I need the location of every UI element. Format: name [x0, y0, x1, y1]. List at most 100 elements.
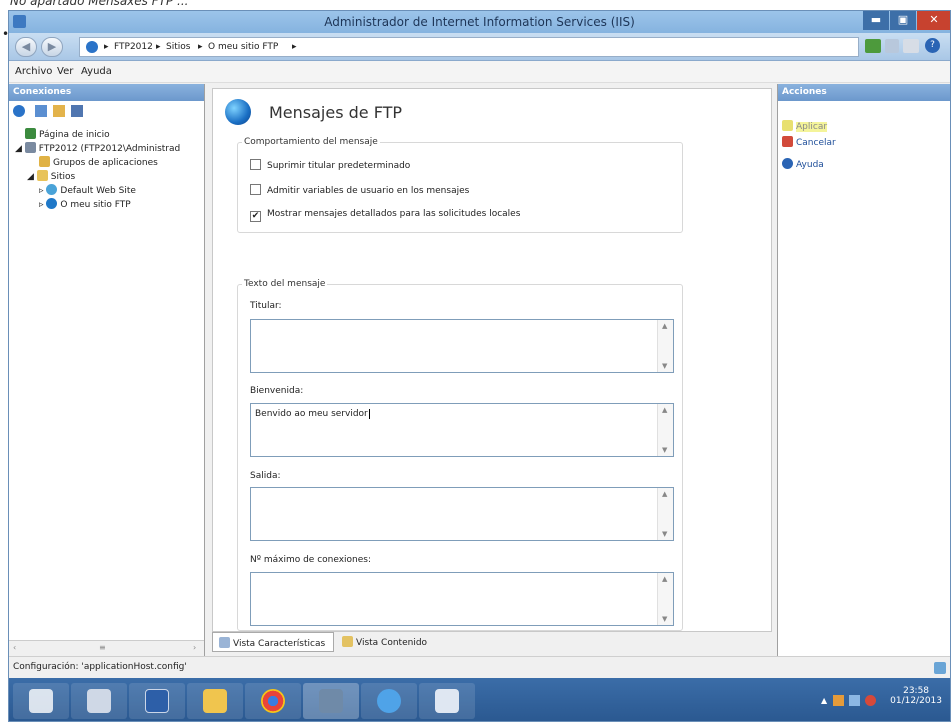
suppress-banner-checkbox[interactable]: Suprimir titular predeterminado — [250, 159, 410, 171]
home-nav-icon[interactable] — [903, 39, 919, 53]
apply-icon — [782, 120, 793, 131]
menu-file[interactable]: Archivo — [15, 66, 52, 77]
crumb-separator: ▸ — [292, 42, 297, 52]
stop-icon[interactable] — [885, 39, 899, 53]
taskbar-clock[interactable]: 23:58 01/12/2013 — [890, 686, 942, 706]
page-title: Mensajes de FTP — [269, 103, 403, 122]
feature-pane: Mensajes de FTP Comportamiento del mensa… — [206, 84, 776, 656]
tree-item-home[interactable]: Página de inicio — [25, 128, 110, 140]
banner-textarea[interactable]: ▲ ▼ — [250, 319, 674, 373]
taskbar-explorer[interactable] — [187, 683, 243, 719]
max-connections-textarea[interactable]: ▲ ▼ — [250, 572, 674, 626]
taskbar-server-manager[interactable] — [71, 683, 127, 719]
scroll-down-icon: ▼ — [662, 530, 668, 538]
actions-panel: Acciones Aplicar Cancelar Ayuda — [777, 84, 950, 656]
taskbar-internet-explorer[interactable] — [361, 683, 417, 719]
forward-button[interactable]: ▶ — [41, 37, 63, 57]
refresh-icon[interactable] — [865, 39, 881, 53]
features-view-icon — [219, 637, 230, 648]
ftp-messages-icon — [225, 99, 251, 125]
tree-item-server[interactable]: ◢ FTP2012 (FTP2012\Administrad — [15, 142, 180, 154]
tree-item-label: Página de inicio — [39, 130, 110, 140]
folder-up-icon[interactable] — [53, 105, 65, 117]
folder-icon — [36, 170, 48, 181]
cancel-action[interactable]: Cancelar — [782, 136, 836, 148]
clock-date: 01/12/2013 — [890, 696, 942, 706]
action-center-icon[interactable] — [833, 695, 844, 706]
breadcrumb-sites[interactable]: Sitios — [166, 42, 190, 52]
breadcrumb-server[interactable]: FTP2012 — [114, 42, 153, 52]
menu-bar: Archivo Ver Ayuda — [9, 61, 950, 83]
server-manager-icon — [87, 689, 111, 713]
vertical-scrollbar[interactable]: ▲ ▼ — [657, 573, 673, 625]
vertical-scrollbar[interactable]: ▲ ▼ — [657, 320, 673, 372]
scroll-right-icon[interactable]: › — [193, 643, 196, 652]
scroll-left-icon[interactable]: ‹ — [13, 643, 16, 652]
message-text-group: Texto del mensaje Titular: ▲ ▼ Bienvenida… — [237, 279, 683, 631]
tree-item-app-pools[interactable]: Grupos de aplicaciones — [39, 156, 158, 168]
chrome-icon — [261, 689, 285, 713]
menu-help[interactable]: Ayuda — [81, 66, 112, 77]
close-button[interactable]: ✕ — [917, 11, 950, 30]
taskbar-other-app[interactable] — [419, 683, 475, 719]
vertical-scrollbar[interactable]: ▲ ▼ — [657, 488, 673, 540]
crumb-separator: ▸ — [104, 42, 109, 52]
connections-panel: Conexiones Página de inicio ◢ FTP2012 (F… — [9, 84, 205, 656]
server-icon — [24, 142, 36, 153]
checkmark-icon[interactable]: ✔ — [250, 211, 261, 222]
folder-icon — [203, 689, 227, 713]
help-icon — [782, 158, 793, 169]
tree-item-ftp-site[interactable]: ▹ O meu sitio FTP — [39, 198, 131, 210]
maximize-button[interactable]: ▣ — [890, 11, 916, 30]
tab-features-view[interactable]: Vista Características — [212, 632, 334, 652]
back-button[interactable]: ◀ — [15, 37, 37, 57]
horizontal-scrollbar[interactable]: ‹ ≡ › — [9, 640, 204, 656]
tab-content-view[interactable]: Vista Contenido — [336, 632, 446, 652]
network-icon[interactable] — [849, 695, 860, 706]
checkbox-box[interactable] — [250, 184, 261, 195]
navigation-bar: ◀ ▶ ▸ FTP2012 ▸ Sitios ▸ O meu sitio FTP… — [9, 33, 950, 61]
tree-item-sites[interactable]: ◢ Sitios — [27, 170, 75, 182]
menu-view[interactable]: Ver — [57, 66, 73, 77]
tree-item-label: FTP2012 (FTP2012\Administrad — [38, 144, 181, 154]
app-window-icon — [435, 689, 459, 713]
checkbox-box[interactable] — [250, 159, 261, 170]
help-icon[interactable]: ? — [925, 38, 940, 53]
show-hidden-icons-icon[interactable]: ▲ — [821, 696, 827, 705]
home-icon — [25, 128, 36, 139]
iis-window: Administrador de Internet Information Se… — [8, 10, 951, 722]
start-button[interactable] — [13, 683, 69, 719]
vertical-scrollbar[interactable]: ▲ ▼ — [657, 404, 673, 456]
tree-item-default-web-site[interactable]: ▹ Default Web Site — [39, 184, 136, 196]
actions-header: Acciones — [778, 84, 950, 101]
address-bar[interactable]: ▸ FTP2012 ▸ Sitios ▸ O meu sitio FTP ▸ — [79, 37, 859, 57]
crumb-separator: ▸ — [198, 42, 203, 52]
volume-icon[interactable] — [865, 695, 876, 706]
scroll-down-icon: ▼ — [662, 615, 668, 623]
tree-item-label: Grupos de aplicaciones — [53, 158, 158, 168]
cancel-label: Cancelar — [796, 138, 836, 148]
window-title: Administrador de Internet Information Se… — [324, 15, 635, 29]
taskbar-powershell[interactable] — [129, 683, 185, 719]
message-text-legend: Texto del mensaje — [244, 279, 326, 289]
minimize-button[interactable]: ▬ — [863, 11, 889, 30]
welcome-textarea[interactable]: Benvido ao meu servidor ▲ ▼ — [250, 403, 674, 457]
help-action[interactable]: Ayuda — [782, 158, 824, 170]
detailed-messages-checkbox[interactable]: ✔ Mostrar mensajes detallados para las so… — [250, 209, 520, 222]
disconnect-icon[interactable] — [71, 105, 83, 117]
taskbar-iis-manager[interactable] — [303, 683, 359, 719]
tab-label: Vista Características — [233, 639, 326, 649]
apply-action[interactable]: Aplicar — [782, 120, 828, 132]
windows-logo-icon — [29, 689, 53, 713]
save-icon[interactable] — [35, 105, 47, 117]
user-variables-checkbox[interactable]: Admitir variables de usuario en los mens… — [250, 184, 469, 196]
connect-icon[interactable] — [13, 105, 25, 117]
breadcrumb-site[interactable]: O meu sitio FTP — [208, 42, 278, 52]
exit-textarea[interactable]: ▲ ▼ — [250, 487, 674, 541]
ftp-messages-page: Mensajes de FTP Comportamiento del mensa… — [212, 88, 772, 632]
scroll-thumb[interactable]: ≡ — [99, 643, 106, 652]
scroll-up-icon: ▲ — [662, 406, 668, 414]
taskbar-chrome[interactable] — [245, 683, 301, 719]
iis-icon — [319, 689, 343, 713]
globe-icon — [46, 198, 58, 209]
